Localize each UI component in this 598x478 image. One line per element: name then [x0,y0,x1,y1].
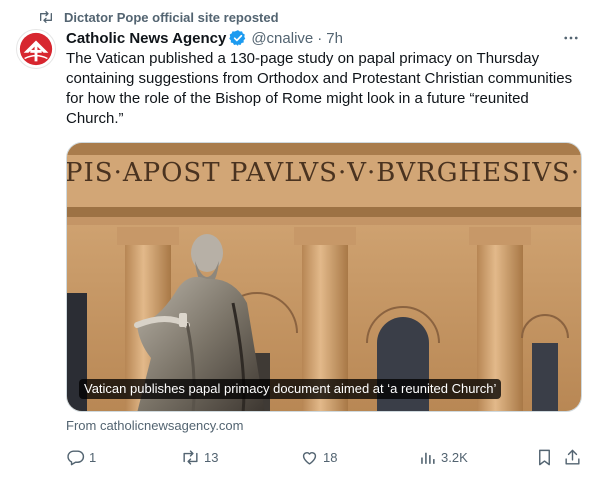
post-time[interactable]: 7h [326,30,343,47]
repost-button[interactable]: 13 [181,444,218,470]
tweet-text: The Vatican published a 130-page study o… [66,50,573,127]
more-button[interactable] [560,27,582,49]
card-headline: Vatican publishes papal primacy document… [79,379,502,399]
author-name[interactable]: Catholic News Agency [66,30,226,47]
bookmark-button[interactable] [535,444,558,470]
facade-inscription: PIS·APOST PAVLVS·V·BVRGHESIVS·ROMAN [67,158,582,188]
social-context[interactable]: Dictator Pope official site reposted [38,8,279,26]
action-bar: 1 13 18 3.2K [58,444,588,470]
cna-logo-icon [19,32,53,66]
card-source-link[interactable]: From catholicnewsagency.com [66,418,244,433]
bookmark-icon [539,449,550,465]
views-icon [421,452,435,464]
basilica-statue-image: PIS·APOST PAVLVS·V·BVRGHESIVS·ROMAN [67,143,582,411]
reply-button[interactable]: 1 [66,444,96,470]
like-count: 18 [323,449,338,465]
meta-separator: · [317,29,323,47]
views-button[interactable]: 3.2K [418,444,468,470]
share-icon [565,449,580,465]
repost-icon [40,11,52,23]
views-count: 3.2K [441,449,468,465]
share-button[interactable] [563,444,586,470]
reply-icon [67,449,85,465]
social-context-label: Dictator Pope official site reposted [64,9,279,25]
avatar[interactable] [16,29,56,69]
heart-icon [302,451,317,465]
repost-icon [183,449,198,465]
like-button[interactable]: 18 [300,444,337,470]
more-icon [564,36,578,40]
verified-badge-icon [229,30,246,46]
tweet-header: Catholic News Agency @cnalive · 7h [66,28,582,48]
link-card-image[interactable]: PIS·APOST PAVLVS·V·BVRGHESIVS·ROMAN [66,142,582,412]
author-handle[interactable]: @cnalive [251,30,313,47]
reply-count: 1 [89,449,97,465]
repost-count: 13 [204,449,219,465]
